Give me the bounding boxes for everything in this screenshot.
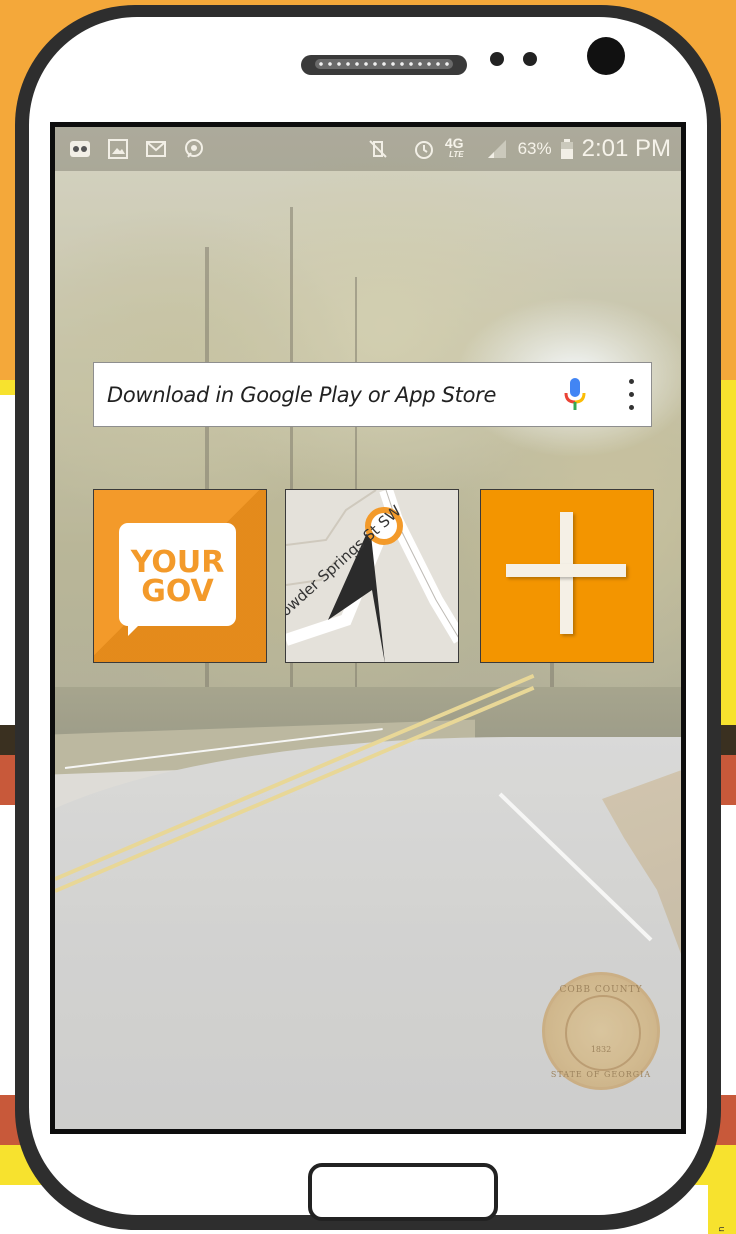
phone-sensor [490, 52, 504, 66]
battery-percent: 63% [517, 139, 552, 158]
signal-icon [484, 138, 510, 160]
messenger-icon [181, 138, 207, 160]
phone-sensor [523, 52, 537, 66]
map-app-icon[interactable]: Powder Springs St SW [285, 489, 459, 663]
status-right: 4G LTE 63% 2:01 PM [353, 135, 681, 163]
search-widget-text[interactable]: Download in Google Play or App Store [107, 383, 496, 407]
search-widget[interactable]: Download in Google Play or App Store [93, 362, 652, 427]
add-app-button[interactable] [480, 489, 654, 663]
gmail-icon [143, 138, 169, 160]
yourgov-label-line2: GOV [141, 574, 214, 609]
voicemail-icon [67, 138, 93, 160]
phone-screen: 4G LTE 63% 2:01 PM Download in Google Pla… [50, 122, 686, 1134]
vibrate-mute-icon [365, 138, 391, 160]
battery-icon [560, 138, 574, 160]
network-4g-label: 4G LTE [444, 135, 464, 159]
status-bar: 4G LTE 63% 2:01 PM [55, 127, 681, 171]
corner-tag: n [708, 1185, 736, 1234]
alarm-icon [411, 138, 437, 160]
microphone-icon[interactable] [561, 375, 589, 415]
front-camera [587, 37, 625, 75]
home-button[interactable] [308, 1163, 498, 1221]
overflow-menu-icon[interactable] [621, 375, 641, 415]
gallery-icon [105, 138, 131, 160]
yourgov-app-icon[interactable]: YOUR GOV [93, 489, 267, 663]
clock: 2:01 PM [581, 135, 671, 162]
cobb-county-seal: COBB COUNTY 1832 STATE OF GEORGIA [542, 972, 660, 1090]
phone-speaker [301, 55, 467, 75]
